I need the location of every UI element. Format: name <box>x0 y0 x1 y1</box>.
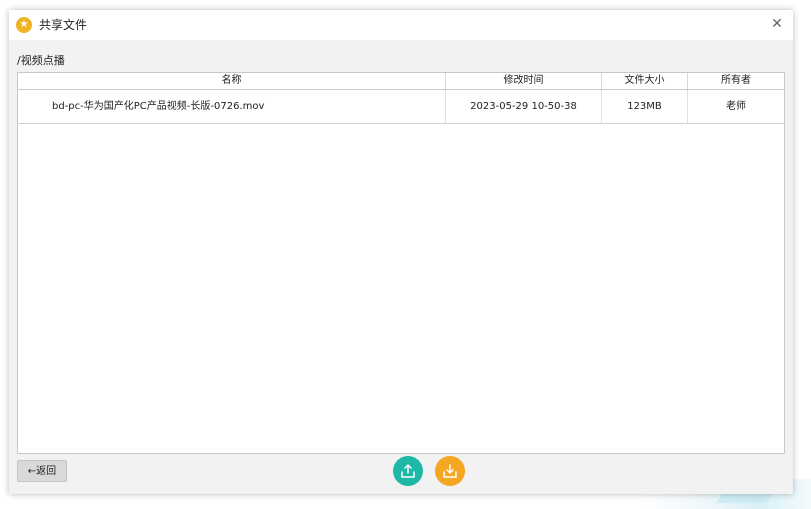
column-header-name[interactable]: 名称 <box>18 73 446 89</box>
table-header: 名称 修改时间 文件大小 所有者 <box>18 73 784 90</box>
shared-files-dialog: ★ 共享文件 ✕ /视频点播 名称 修改时间 文件大小 所有者 bd-pc-华为… <box>9 10 793 494</box>
back-button[interactable]: ←返回 <box>17 460 67 482</box>
upload-button[interactable] <box>393 456 423 486</box>
dialog-title: 共享文件 <box>39 18 88 32</box>
dialog-titlebar: ★ 共享文件 ✕ <box>9 10 793 40</box>
column-header-owner[interactable]: 所有者 <box>688 73 784 89</box>
download-icon <box>443 464 457 478</box>
upload-icon <box>401 464 415 478</box>
column-header-modified[interactable]: 修改时间 <box>446 73 602 89</box>
file-name-cell: bd-pc-华为国产化PC产品视频-长版-0726.mov <box>18 90 446 123</box>
file-modified-cell: 2023-05-29 10-50-38 <box>446 90 602 123</box>
file-owner-cell: 老师 <box>726 101 746 112</box>
table-row[interactable]: bd-pc-华为国产化PC产品视频-长版-0726.mov 2023-05-29… <box>18 90 784 124</box>
download-button[interactable] <box>435 456 465 486</box>
file-table: 名称 修改时间 文件大小 所有者 bd-pc-华为国产化PC产品视频-长版-07… <box>17 72 785 454</box>
close-button[interactable]: ✕ <box>769 15 785 33</box>
file-size-cell: 123MB <box>602 90 688 123</box>
column-header-size[interactable]: 文件大小 <box>602 73 688 89</box>
current-path: /视频点播 <box>17 54 65 67</box>
star-icon: ★ <box>16 17 32 33</box>
